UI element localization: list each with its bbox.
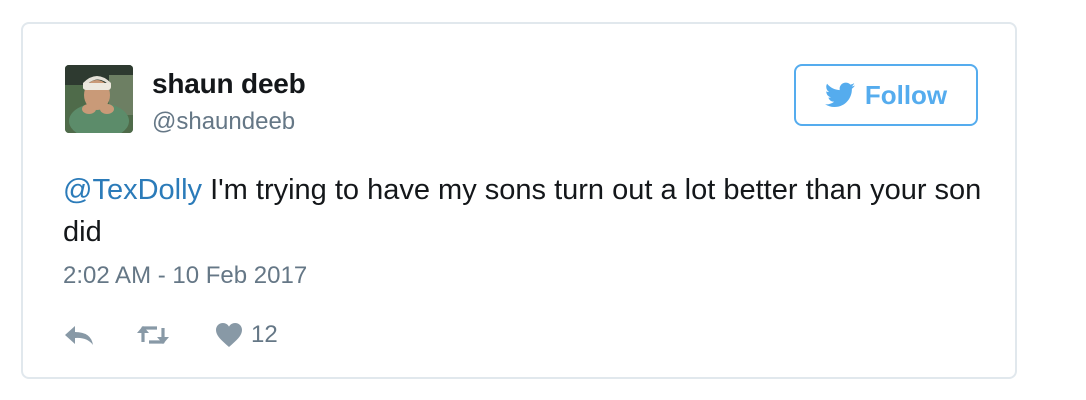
twitter-bird-icon bbox=[824, 82, 855, 108]
like-button[interactable]: 12 bbox=[215, 321, 278, 349]
like-count: 12 bbox=[251, 321, 278, 348]
author-handle[interactable]: @shaundeeb bbox=[152, 108, 295, 136]
timestamp[interactable]: 2:02 AM - 10 Feb 2017 bbox=[63, 262, 307, 290]
author-name[interactable]: shaun deeb bbox=[152, 68, 306, 100]
tweet-text: @TexDolly I'm trying to have my sons tur… bbox=[63, 169, 983, 253]
retweet-icon bbox=[135, 323, 171, 347]
mention-link[interactable]: @TexDolly bbox=[63, 174, 202, 206]
tweet-actions: 12 bbox=[63, 320, 278, 350]
follow-label: Follow bbox=[864, 79, 948, 110]
follow-button[interactable]: Follow bbox=[794, 64, 978, 126]
retweet-button[interactable] bbox=[135, 323, 171, 347]
avatar[interactable] bbox=[65, 65, 133, 133]
reply-button[interactable] bbox=[63, 323, 95, 347]
heart-icon bbox=[215, 322, 243, 348]
reply-icon bbox=[63, 323, 95, 347]
avatar-photo bbox=[65, 65, 133, 133]
tweet-card: shaun deeb @shaundeeb Follow @TexDolly I… bbox=[21, 22, 1017, 379]
